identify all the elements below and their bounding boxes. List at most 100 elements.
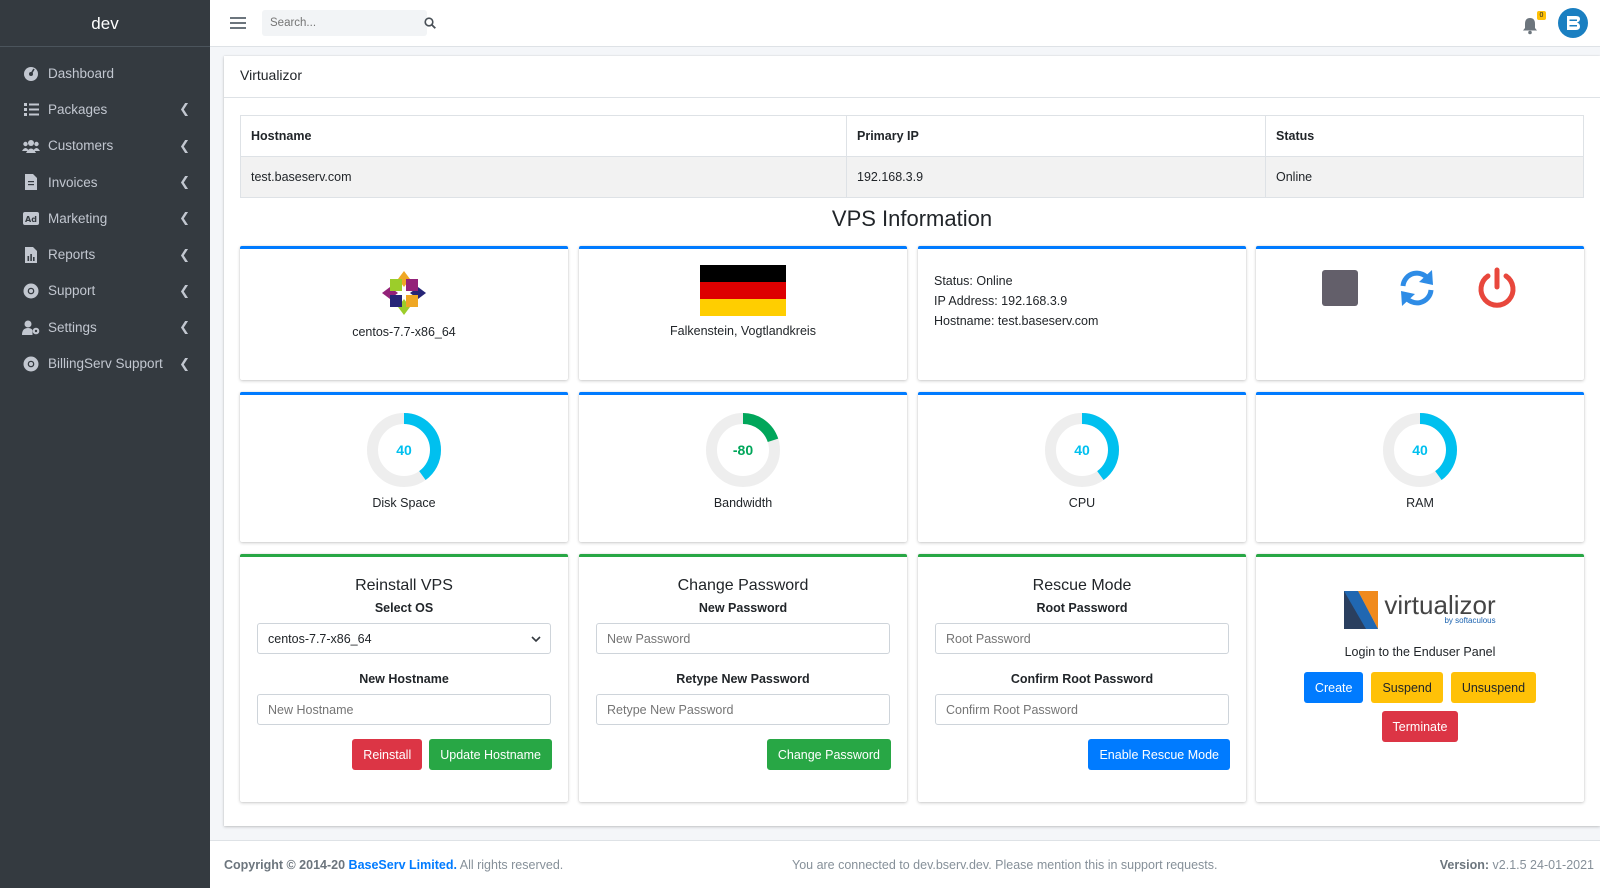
hostname-text: Hostname: test.baseserv.com — [934, 314, 1099, 328]
change-password-box: Change Password New Password Retype New … — [579, 554, 907, 802]
search-input[interactable] — [262, 17, 424, 29]
os-name: centos-7.7-x86_64 — [352, 325, 456, 339]
location-box: Falkenstein, Vogtlandkreis — [579, 246, 907, 380]
chevron-left-icon: ❮ — [179, 210, 190, 226]
user-avatar[interactable] — [1558, 8, 1588, 38]
terminate-button[interactable]: Terminate — [1381, 711, 1459, 742]
disk-space-gauge: 40 — [364, 410, 444, 490]
ad-icon: Ad — [22, 209, 40, 227]
sidebar-item-invoices[interactable]: Invoices ❮ — [0, 164, 210, 200]
new-hostname-input[interactable] — [257, 694, 551, 725]
lifebuoy-icon — [22, 355, 40, 373]
brand-title[interactable]: dev — [0, 0, 210, 47]
confirm-root-password-label: Confirm Root Password — [1010, 672, 1154, 686]
enable-rescue-mode-button[interactable]: Enable Rescue Mode — [1088, 739, 1230, 770]
users-icon — [22, 137, 40, 155]
restart-icon[interactable] — [1396, 267, 1438, 312]
confirm-root-password-input[interactable] — [935, 694, 1229, 725]
ip-address-text: IP Address: 192.168.3.9 — [934, 294, 1068, 308]
location-name: Falkenstein, Vogtlandkreis — [670, 324, 816, 338]
bandwidth-value: -80 — [732, 442, 754, 458]
svg-text:Ad: Ad — [25, 215, 37, 224]
sidebar-item-reports[interactable]: Reports ❮ — [0, 236, 210, 272]
sidebar-item-dashboard[interactable]: Dashboard — [0, 55, 210, 91]
sidebar-item-label: Invoices — [48, 174, 98, 190]
unsuspend-button[interactable]: Unsuspend — [1450, 672, 1537, 703]
create-button[interactable]: Create — [1303, 672, 1364, 703]
sidebar-item-support[interactable]: Support ❮ — [0, 273, 210, 309]
virtualizor-logo: virtualizor by softaculous — [1256, 587, 1584, 629]
chevron-left-icon: ❮ — [179, 101, 190, 117]
login-enduser-text: Login to the Enduser Panel — [1344, 645, 1496, 659]
report-icon — [22, 246, 40, 264]
sidebar-item-label: Reports — [48, 247, 96, 263]
chevron-left-icon: ❮ — [179, 137, 190, 153]
os-select[interactable]: centos-7.7-x86_64 — [257, 623, 551, 654]
notifications-bell-icon[interactable]: 0 — [1522, 11, 1546, 35]
ram-gauge: 40 — [1380, 410, 1460, 490]
dashboard-icon — [22, 64, 40, 82]
sidebar-item-packages[interactable]: Packages ❮ — [0, 91, 210, 127]
sidebar-item-marketing[interactable]: Ad Marketing ❮ — [0, 200, 210, 236]
table-header-row: Hostname Primary IP Status — [240, 115, 1584, 157]
chevron-left-icon: ❮ — [179, 319, 190, 335]
company-link[interactable]: BaseServ Limited. — [349, 858, 457, 872]
os-info-box: centos-7.7-x86_64 — [240, 246, 568, 380]
root-password-label: Root Password — [1036, 601, 1128, 615]
cpu-gauge: 40 — [1042, 410, 1122, 490]
power-off-icon[interactable] — [1476, 267, 1518, 312]
sidebar-nav: Dashboard Packages ❮ Customers ❮ Invoice… — [0, 47, 210, 382]
sidebar-item-label: Settings — [48, 319, 97, 335]
table-header-primary-ip: Primary IP — [846, 115, 1266, 157]
virtualizor-logo-text: virtualizor — [1384, 589, 1496, 620]
root-password-input[interactable] — [935, 623, 1229, 654]
vps-information-heading: VPS Information — [831, 206, 993, 231]
virtualizor-logo-icon — [1344, 591, 1379, 629]
version-value: v2.1.5 24-01-2021 — [1492, 857, 1594, 872]
top-navbar: 0 — [210, 0, 1600, 47]
user-cog-icon — [22, 318, 40, 336]
retype-password-input[interactable] — [596, 694, 890, 725]
sidebar-item-label: Marketing — [48, 210, 108, 226]
update-hostname-button[interactable]: Update Hostname — [429, 739, 552, 770]
rescue-mode-title: Rescue Mode — [1032, 577, 1132, 594]
footer-version: Version: v2.1.5 24-01-2021 — [1440, 858, 1594, 872]
notification-count-badge: 0 — [1537, 11, 1546, 20]
sidebar-item-customers[interactable]: Customers ❮ — [0, 128, 210, 164]
copyright-text: Copyright © 2014-20 — [224, 857, 346, 872]
virtualizor-card: Virtualizor Hostname Primary IP Status t… — [224, 56, 1600, 826]
sidebar-item-label: Packages — [48, 101, 108, 117]
invoice-icon — [22, 173, 40, 191]
virtualizor-panel-box: virtualizor by softaculous Login to the … — [1256, 554, 1584, 802]
suspend-button[interactable]: Suspend — [1371, 672, 1443, 703]
search-icon[interactable] — [424, 17, 436, 29]
version-label: Version: — [1439, 857, 1490, 872]
sidebar-item-settings[interactable]: Settings ❮ — [0, 309, 210, 345]
server-info-table: Hostname Primary IP Status test.baseserv… — [240, 115, 1584, 198]
table-header-status: Status — [1265, 115, 1584, 157]
sidebar-item-label: Dashboard — [48, 65, 115, 81]
menu-toggle-icon[interactable] — [230, 14, 246, 32]
cpu-value: 40 — [1074, 442, 1090, 458]
cpu-box: 40 CPU — [918, 392, 1246, 542]
status-box: Status: Online IP Address: 192.168.3.9 H… — [918, 246, 1246, 380]
ram-box: 40 RAM — [1256, 392, 1584, 542]
centos-logo-icon — [380, 269, 428, 317]
chevron-left-icon: ❮ — [179, 174, 190, 190]
table-header-hostname: Hostname — [240, 115, 847, 157]
change-password-button[interactable]: Change Password — [766, 739, 891, 770]
list-icon — [22, 100, 40, 118]
disk-space-value: 40 — [396, 442, 412, 458]
reinstall-button[interactable]: Reinstall — [352, 739, 423, 770]
sidebar-item-billingserv-support[interactable]: BillingServ Support ❮ — [0, 345, 210, 381]
disk-space-label: Disk Space — [372, 496, 436, 510]
stop-icon[interactable] — [1322, 270, 1358, 309]
cpu-label: CPU — [1068, 496, 1096, 510]
new-password-input[interactable] — [596, 623, 890, 654]
sidebar-item-label: Support — [48, 283, 96, 299]
ram-value: 40 — [1412, 442, 1428, 458]
reinstall-title: Reinstall VPS — [355, 577, 453, 594]
sidebar-item-label: Customers — [48, 138, 114, 154]
rights-text: All rights reserved. — [459, 857, 564, 872]
os-select-wrapper: centos-7.7-x86_64 — [257, 623, 551, 654]
